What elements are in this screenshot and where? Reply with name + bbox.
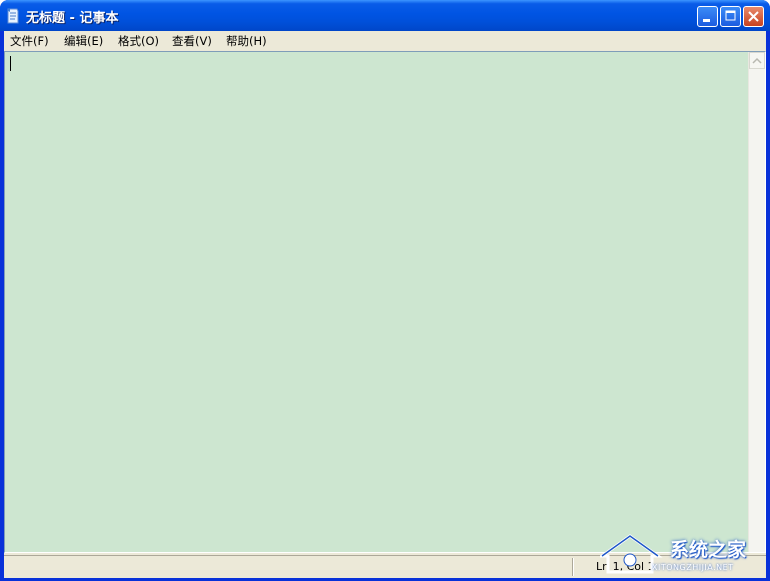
close-button[interactable] (743, 6, 764, 27)
menu-bar: 文件(F) 编辑(E) 格式(O) 查看(V) 帮助(H) (4, 31, 766, 52)
vertical-scrollbar[interactable] (748, 52, 765, 552)
notepad-app-icon (7, 8, 19, 24)
minimize-icon (703, 19, 710, 22)
maximize-button[interactable] (720, 6, 741, 27)
menu-edit[interactable]: 编辑(E) (62, 33, 105, 50)
text-caret (10, 56, 11, 71)
watermark-text: 系统之家 (670, 539, 747, 561)
close-icon (748, 11, 759, 22)
watermark-url: XITONGZHIJIA.NET (652, 563, 734, 572)
maximize-icon (725, 10, 736, 21)
status-separator (572, 558, 573, 576)
notepad-window: 无标题 - 记事本 文件(F) 编辑(E) 格式(O) 查看(V) 帮助(H) (0, 0, 770, 581)
menu-format[interactable]: 格式(O) (116, 33, 161, 50)
menu-view[interactable]: 查看(V) (170, 33, 214, 50)
scroll-up-arrow-icon (752, 57, 762, 64)
text-editor-area[interactable] (4, 51, 766, 553)
minimize-button[interactable] (697, 6, 718, 27)
scroll-up-button[interactable] (749, 52, 765, 69)
menu-file[interactable]: 文件(F) (8, 33, 51, 50)
window-title: 无标题 - 记事本 (26, 11, 119, 26)
title-bar[interactable]: 无标题 - 记事本 (0, 0, 770, 31)
client-area: 文件(F) 编辑(E) 格式(O) 查看(V) 帮助(H) Ln 1, Col … (4, 31, 766, 578)
menu-help[interactable]: 帮助(H) (224, 33, 269, 50)
